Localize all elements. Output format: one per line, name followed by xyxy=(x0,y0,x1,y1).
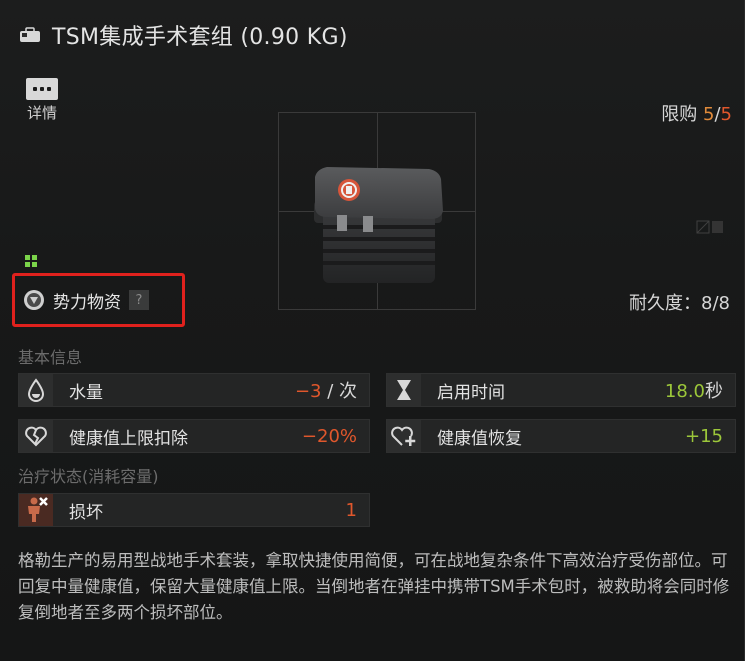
purchase-limit: 限购 5/5 xyxy=(661,100,732,126)
water-drop-icon xyxy=(19,374,53,406)
faction-supply-label: 势力物资 xyxy=(53,292,121,313)
item-detail-panel: TSM集成手术套组 (0.90 KG) 详情 限购 5/5 势力物资 ? 耐久度… xyxy=(0,0,745,661)
help-icon[interactable]: ? xyxy=(129,290,149,310)
stat-name: 水量 xyxy=(69,382,103,403)
surgical-kit-image xyxy=(314,167,443,283)
stat-value: +15 xyxy=(685,425,723,447)
faction-supply-tag: 势力物资 ? xyxy=(12,273,185,327)
heart-plus-icon xyxy=(387,420,421,452)
details-button[interactable]: 详情 xyxy=(22,78,62,123)
stat-name: 健康值上限扣除 xyxy=(69,428,188,449)
unavailable-mark-icon xyxy=(696,220,723,234)
grid-size-icon xyxy=(25,255,37,267)
item-description: 格勒生产的易用型战地手术套装，拿取快捷使用简便，可在战地复杂条件下高效治疗受伤部… xyxy=(18,551,730,622)
medkit-icon xyxy=(20,27,40,42)
stat-name: 启用时间 xyxy=(437,382,505,403)
stat-value: −20% xyxy=(301,425,357,447)
purchase-limit-label: 限购 xyxy=(661,104,704,125)
item-image-frame xyxy=(278,112,476,310)
stat-name: 健康值恢复 xyxy=(437,428,522,449)
purchase-limit-current: 5 xyxy=(703,104,715,125)
stat-activation-time: 启用时间 18.0秒 xyxy=(386,373,736,407)
stat-value: −3 / 次 xyxy=(294,381,357,402)
treatment-status-label: 治疗状态(消耗容量) xyxy=(18,467,159,486)
hourglass-icon xyxy=(387,374,421,406)
damaged-body-icon xyxy=(19,494,53,526)
stat-max-health-reduction: 健康值上限扣除 −20% xyxy=(18,419,370,453)
stat-health-recovery: 健康值恢复 +15 xyxy=(386,419,736,453)
purchase-limit-max: 5 xyxy=(720,104,732,125)
stat-water: 水量 −3 / 次 xyxy=(18,373,370,407)
item-title: TSM集成手术套组 (0.90 KG) xyxy=(52,25,348,50)
basic-info-label: 基本信息 xyxy=(18,348,83,367)
treatment-damaged: 损坏 1 xyxy=(18,493,370,527)
details-icon xyxy=(26,78,58,100)
treatment-name: 损坏 xyxy=(69,502,103,523)
stat-value: 18.0秒 xyxy=(664,381,723,402)
details-label: 详情 xyxy=(26,104,57,122)
durability-text: 耐久度：8/8 xyxy=(629,293,730,314)
title-bar: TSM集成手术套组 (0.90 KG) xyxy=(18,18,348,52)
broken-heart-icon xyxy=(19,420,53,452)
faction-shield-icon xyxy=(24,290,44,310)
treatment-value: 1 xyxy=(345,499,357,521)
